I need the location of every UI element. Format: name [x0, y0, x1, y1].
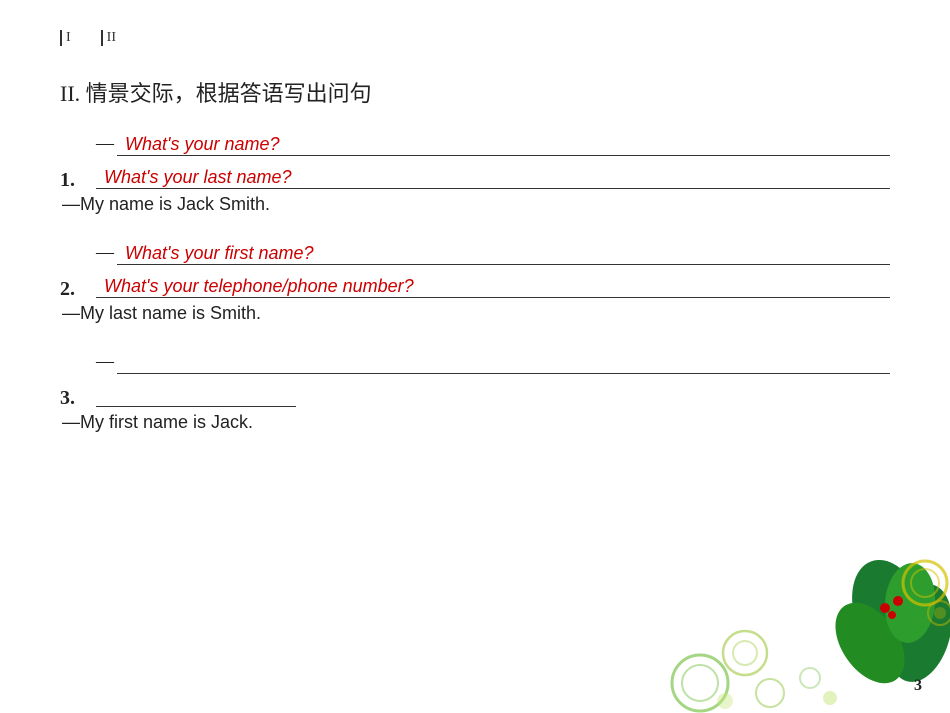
q2-dash1: —	[96, 242, 114, 265]
q2-number: 2.	[60, 278, 75, 301]
q1-dash1: —	[96, 133, 114, 156]
question-3: 3. — —My first name is Jack.	[60, 344, 890, 439]
section-header: II. 情景交际，根据答语写出问句	[60, 76, 890, 108]
q3-line1: —	[96, 344, 890, 374]
marker-ii: II	[101, 30, 116, 46]
question-2: 2. — What's your first name? What's your…	[60, 235, 890, 330]
q3-dash1: —	[96, 351, 114, 374]
q1-underline1: What's your name?	[117, 126, 890, 156]
q1-static: —My name is Jack Smith.	[60, 192, 890, 221]
q2-line1: — What's your first name?	[96, 235, 890, 265]
q3-number: 3.	[60, 387, 75, 410]
q2-underline2: What's your telephone/phone number?	[96, 268, 890, 298]
q1-answer1: What's your name?	[117, 134, 284, 155]
q2-answer1: What's your first name?	[117, 243, 318, 264]
marker-i: I	[60, 30, 71, 46]
q2-answer2: What's your telephone/phone number?	[96, 276, 418, 297]
q1-number: 1.	[60, 169, 75, 192]
q3-underline2	[96, 377, 296, 407]
page-number: 3	[914, 677, 922, 695]
deco-svg	[670, 553, 950, 713]
q2-underline1: What's your first name?	[117, 235, 890, 265]
q2-static: —My last name is Smith.	[60, 301, 890, 330]
q3-static: —My first name is Jack.	[60, 410, 890, 439]
q1-line1: — What's your name?	[96, 126, 890, 156]
q1-answer2: What's your last name?	[96, 167, 296, 188]
top-bar: I II	[60, 20, 890, 46]
q3-underline1	[117, 344, 890, 374]
q1-underline2: What's your last name?	[96, 159, 890, 189]
page: I II II. 情景交际，根据答语写出问句 1. — What's your …	[0, 0, 950, 713]
question-1: 1. — What's your name? What's your last …	[60, 126, 890, 221]
